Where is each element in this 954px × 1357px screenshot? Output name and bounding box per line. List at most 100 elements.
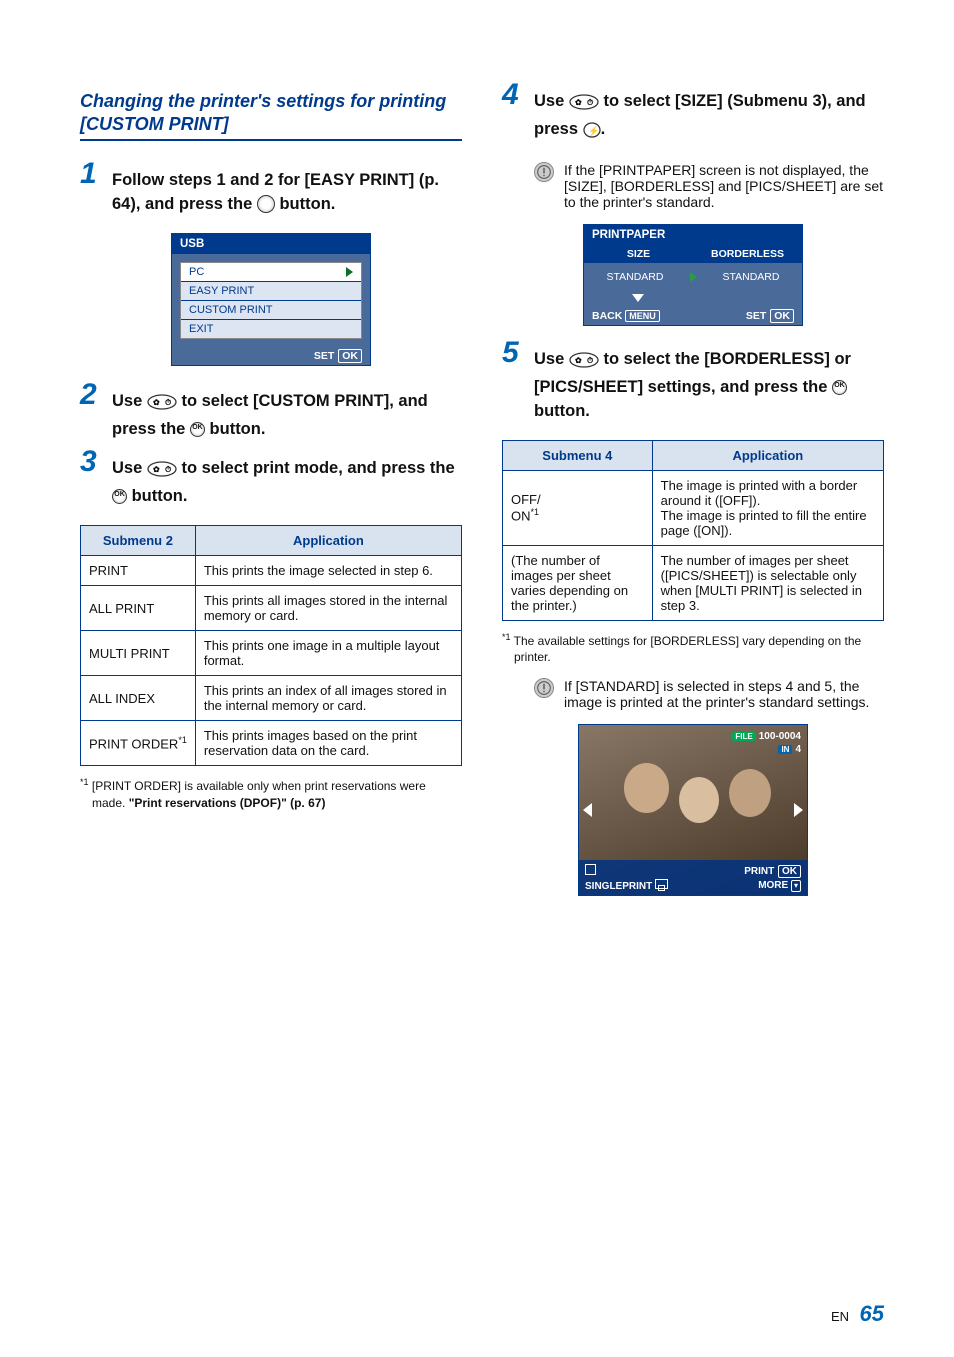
step-number: 3	[80, 447, 97, 477]
printpaper-size-value[interactable]: STANDARD	[584, 263, 686, 291]
table-row: OFF/ ON*1 The image is printed with a bo…	[503, 470, 884, 545]
more-label: MORE	[758, 880, 788, 891]
usb-header: USB	[172, 234, 370, 254]
crop-icon	[585, 864, 596, 875]
chevron-right-icon	[346, 267, 353, 277]
step3-text-c: button.	[127, 487, 187, 505]
table-key: ALL INDEX	[81, 676, 196, 721]
svg-text:✿: ✿	[153, 398, 160, 407]
step2-text-c: button.	[205, 420, 265, 438]
table-header: Submenu 4	[503, 440, 653, 470]
note-text: If [STANDARD] is selected in steps 4 and…	[564, 678, 884, 710]
note-4: If the [PRINTPAPER] screen is not displa…	[502, 162, 884, 210]
up-down-button-icon: ✿⏱	[569, 94, 599, 118]
ok-icon: OK	[778, 865, 801, 878]
nav-right-icon[interactable]	[794, 803, 803, 817]
table-val: This prints all images stored in the int…	[195, 586, 461, 631]
chevron-right-icon	[690, 272, 697, 282]
nav-left-icon[interactable]	[583, 803, 592, 817]
step1-text-b: button.	[275, 195, 335, 213]
footnote-text: The available settings for [BORDERLESS] …	[514, 634, 862, 665]
step-number: 4	[502, 80, 519, 110]
footnote-ref: *1	[531, 507, 540, 517]
usb-item-label: PC	[189, 266, 204, 278]
step2-text-a: Use	[112, 392, 147, 410]
usb-set-label: SET	[314, 350, 334, 362]
frame-number: 4	[795, 744, 801, 755]
svg-text:⏱: ⏱	[165, 397, 171, 407]
usb-item-easy-print[interactable]: EASY PRINT	[181, 282, 361, 301]
footnote-ref: *1	[178, 735, 187, 745]
step5-text-c: button.	[534, 402, 590, 420]
step-number: 5	[502, 338, 519, 368]
printpaper-col-size: SIZE	[584, 245, 693, 263]
page-lang: EN	[831, 1309, 849, 1324]
menu-icon: MENU	[625, 310, 660, 322]
ok-icon: OK	[770, 309, 794, 323]
usb-item-label: EASY PRINT	[189, 285, 254, 297]
table-val: This prints the image selected in step 6…	[195, 556, 461, 586]
back-label: BACK	[592, 310, 622, 322]
usb-screen: USB PC EASY PRINT CUSTOM PRINT EXIT SET …	[171, 233, 371, 366]
photo-singleprint-hint[interactable]: SINGLEPRINT	[585, 879, 668, 892]
table-key-text: PRINT ORDER	[89, 736, 178, 751]
ok-func-button-icon: OK	[190, 422, 205, 437]
table-row: PRINT ORDER*1 This prints images based o…	[81, 721, 462, 766]
disp-button-icon	[257, 195, 275, 213]
table-key: PRINT ORDER*1	[81, 721, 196, 766]
caution-icon	[534, 678, 554, 698]
table-val: This prints an index of all images store…	[195, 676, 461, 721]
table-key: OFF/ ON*1	[503, 470, 653, 545]
step4-text-c: .	[601, 120, 606, 138]
usb-footer: SET OK	[172, 347, 370, 365]
usb-item-exit[interactable]: EXIT	[181, 320, 361, 338]
up-down-button-icon: ✿⏱	[147, 461, 177, 485]
table-key-line2: ON	[511, 508, 531, 523]
step-number: 2	[80, 380, 97, 410]
page-no: 65	[860, 1301, 884, 1326]
chevron-down-icon	[632, 294, 644, 302]
usb-item-custom-print[interactable]: CUSTOM PRINT	[181, 301, 361, 320]
table-key: (The number of images per sheet varies d…	[503, 545, 653, 620]
svg-text:⏱: ⏱	[587, 97, 593, 107]
set-label: SET	[746, 310, 766, 322]
footnote-marker: *1	[80, 777, 89, 787]
table-row: ALL INDEX This prints an index of all im…	[81, 676, 462, 721]
table-key: MULTI PRINT	[81, 631, 196, 676]
svg-text:⏱: ⏱	[165, 464, 171, 474]
photo-more-hint[interactable]: MORE ▾	[758, 880, 801, 892]
note-text: If the [PRINTPAPER] screen is not displa…	[564, 162, 884, 210]
step5-text-a: Use	[534, 350, 569, 368]
print-mode-table: Submenu 2 Application PRINT This prints …	[80, 525, 462, 766]
usb-item-label: CUSTOM PRINT	[189, 304, 273, 316]
table-val: The number of images per sheet ([PICS/SH…	[652, 545, 883, 620]
photo-print-hint[interactable]: PRINT OK	[744, 866, 801, 877]
table-header: Submenu 2	[81, 526, 196, 556]
ok-icon: OK	[338, 349, 362, 363]
printpaper-borderless-value[interactable]: STANDARD	[700, 263, 802, 291]
in-tag-icon: IN	[778, 745, 792, 754]
file-tag-icon: FILE	[732, 732, 755, 741]
table-val: The image is printed with a border aroun…	[652, 470, 883, 545]
table-val: This prints images based on the print re…	[195, 721, 461, 766]
printpaper-set[interactable]: SET OK	[746, 310, 794, 322]
step4-text-a: Use	[534, 92, 569, 110]
usb-item-pc[interactable]: PC	[181, 263, 361, 282]
svg-text:⚡: ⚡	[588, 125, 599, 137]
printpaper-screen: PRINTPAPER SIZE BORDERLESS STANDARD STAN…	[583, 224, 803, 326]
footnote: *1 The available settings for [BORDERLES…	[502, 631, 884, 667]
printpaper-back[interactable]: BACK MENU	[592, 310, 660, 322]
step-number: 1	[80, 159, 97, 189]
svg-text:⏱: ⏱	[587, 355, 593, 365]
borderless-table: Submenu 4 Application OFF/ ON*1 The imag…	[502, 440, 884, 621]
svg-text:✿: ✿	[575, 356, 582, 365]
file-number: 100-0004	[759, 731, 801, 742]
table-row: (The number of images per sheet varies d…	[503, 545, 884, 620]
step-2: 2 Use ✿⏱ to select [CUSTOM PRINT], and p…	[80, 390, 462, 442]
down-icon: ▾	[791, 880, 801, 892]
note-5: If [STANDARD] is selected in steps 4 and…	[502, 678, 884, 710]
table-row: MULTI PRINT This prints one image in a m…	[81, 631, 462, 676]
table-header: Application	[195, 526, 461, 556]
svg-text:✿: ✿	[575, 98, 582, 107]
photo-preview: FILE 100-0004 IN4 PRINT OK SINGLEPRINT MO…	[578, 724, 808, 896]
